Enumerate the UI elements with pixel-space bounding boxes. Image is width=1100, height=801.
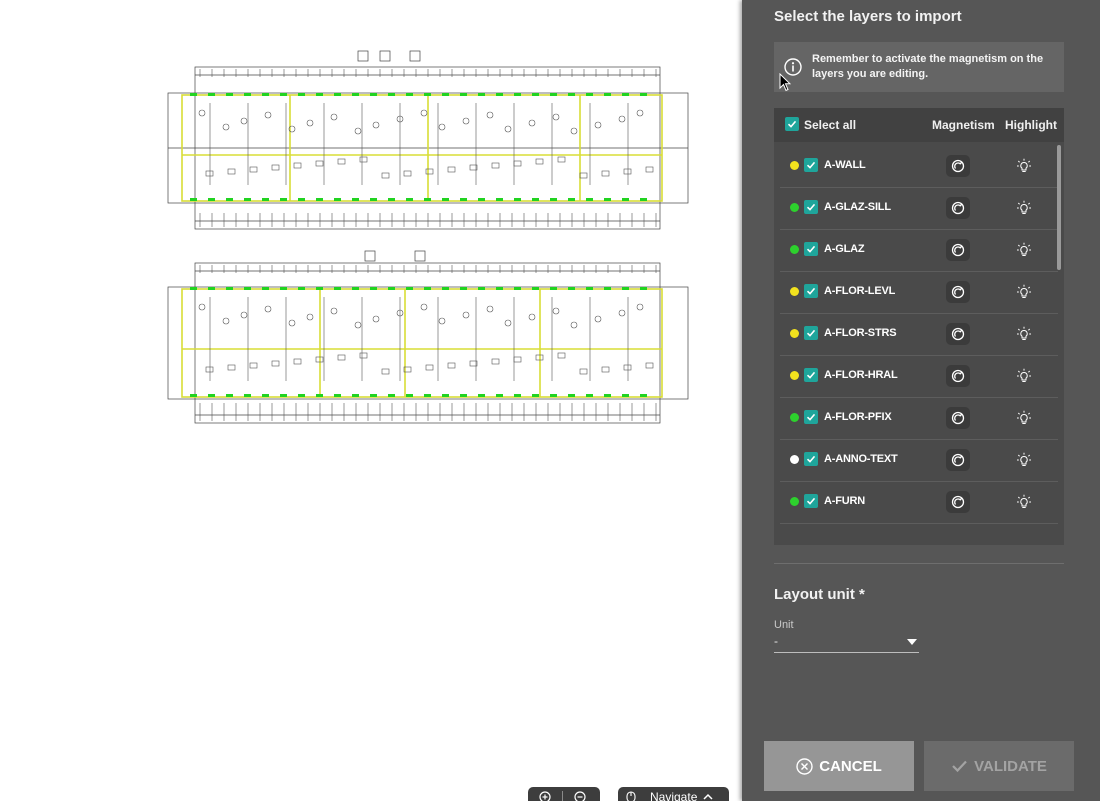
layer-checkbox[interactable]: [804, 452, 818, 466]
layer-row[interactable]: A-GLAZ: [780, 229, 1058, 272]
cancel-circle-icon: [796, 757, 813, 775]
select-all-label[interactable]: Select all: [804, 118, 856, 132]
layer-color-dot: [790, 413, 799, 422]
layer-row[interactable]: A-GLAZ-SILL: [780, 187, 1058, 230]
layer-checkbox[interactable]: [804, 494, 818, 508]
layer-row[interactable]: A-WALL: [780, 145, 1058, 188]
magnet-icon[interactable]: [946, 239, 970, 261]
import-layers-panel: Select the layers to import Remember to …: [742, 0, 1100, 801]
magnet-icon[interactable]: [946, 407, 970, 429]
magnet-icon[interactable]: [946, 281, 970, 303]
layers-table: Select all Magnetism Highlight A-WALL A-G…: [774, 108, 1064, 545]
mouse-icon: [618, 787, 644, 801]
layer-list[interactable]: A-WALL A-GLAZ-SILL A-GLAZ A-FLOR-LEVL A-FLOR…: [774, 145, 1058, 545]
checkmark-icon: [951, 759, 968, 773]
layer-color-dot: [790, 161, 799, 170]
info-banner: Remember to activate the magnetism on th…: [774, 42, 1064, 92]
navigate-mode-button[interactable]: Navigate: [618, 787, 729, 801]
layer-color-dot: [790, 329, 799, 338]
layer-name: A-WALL: [824, 159, 866, 171]
layer-color-dot: [790, 371, 799, 380]
section-divider: [774, 563, 1064, 564]
layer-checkbox[interactable]: [804, 242, 818, 256]
lightbulb-icon[interactable]: [1012, 239, 1036, 261]
layer-name: A-FLOR-PFIX: [824, 411, 892, 423]
layers-table-header: Select all Magnetism Highlight: [774, 108, 1064, 142]
mouse-cursor-icon: [779, 73, 791, 92]
chevron-up-icon: [703, 790, 713, 801]
magnet-icon[interactable]: [946, 155, 970, 177]
lightbulb-icon[interactable]: [1012, 197, 1036, 219]
zoom-controls: [528, 787, 600, 801]
highlight-column-header: Highlight: [1005, 118, 1057, 132]
floor-plan-upper: [167, 50, 689, 230]
unit-select-value: -: [774, 634, 778, 648]
panel-title: Select the layers to import: [774, 8, 962, 25]
layer-color-dot: [790, 287, 799, 296]
magnet-icon[interactable]: [946, 449, 970, 471]
floor-plan-lower: [167, 250, 689, 424]
layer-name: A-FLOR-LEVL: [824, 285, 896, 297]
layer-checkbox[interactable]: [804, 158, 818, 172]
lightbulb-icon[interactable]: [1012, 407, 1036, 429]
dropdown-caret-icon: [907, 639, 917, 645]
layer-name: A-GLAZ-SILL: [824, 201, 891, 213]
layer-name: A-ANNO-TEXT: [824, 453, 898, 465]
layer-checkbox[interactable]: [804, 410, 818, 424]
layer-name: A-FURN: [824, 495, 865, 507]
layer-row[interactable]: A-FLOR-LEVL: [780, 271, 1058, 314]
layer-list-scrollbar[interactable]: [1057, 145, 1061, 270]
layer-name: A-FLOR-STRS: [824, 327, 897, 339]
select-all-checkbox[interactable]: [785, 117, 799, 131]
layer-color-dot: [790, 497, 799, 506]
lightbulb-icon[interactable]: [1012, 323, 1036, 345]
layer-name: A-GLAZ: [824, 243, 865, 255]
layer-row[interactable]: A-ANNO-TEXT: [780, 439, 1058, 482]
layout-unit-title: Layout unit *: [774, 586, 865, 603]
lightbulb-icon[interactable]: [1012, 155, 1036, 177]
layer-checkbox[interactable]: [804, 326, 818, 340]
magnet-icon[interactable]: [946, 323, 970, 345]
layer-row[interactable]: A-FURN: [780, 481, 1058, 524]
lightbulb-icon[interactable]: [1012, 491, 1036, 513]
layer-row[interactable]: A-FLOR-HRAL: [780, 355, 1058, 398]
lightbulb-icon[interactable]: [1012, 449, 1036, 471]
drawing-canvas[interactable]: Navigate: [0, 0, 742, 801]
unit-select[interactable]: -: [774, 634, 919, 653]
magnet-icon[interactable]: [946, 197, 970, 219]
magnetism-column-header: Magnetism: [932, 118, 995, 132]
info-text: Remember to activate the magnetism on th…: [812, 53, 1044, 80]
lightbulb-icon[interactable]: [1012, 365, 1036, 387]
validate-label: VALIDATE: [974, 757, 1047, 775]
cancel-button[interactable]: CANCEL: [764, 741, 914, 791]
layer-checkbox[interactable]: [804, 284, 818, 298]
layer-color-dot: [790, 245, 799, 254]
layer-color-dot: [790, 203, 799, 212]
unit-field-label: Unit: [774, 619, 794, 631]
layer-row[interactable]: A-FLOR-STRS: [780, 313, 1058, 356]
zoom-out-icon[interactable]: [563, 787, 597, 801]
layer-name: A-FLOR-HRAL: [824, 369, 898, 381]
navigate-label: Navigate: [650, 790, 698, 801]
zoom-in-icon[interactable]: [528, 787, 562, 801]
magnet-icon[interactable]: [946, 365, 970, 387]
layer-checkbox[interactable]: [804, 368, 818, 382]
validate-button[interactable]: VALIDATE: [924, 741, 1074, 791]
layer-row[interactable]: A-FLOR-PFIX: [780, 397, 1058, 440]
layer-checkbox[interactable]: [804, 200, 818, 214]
magnet-icon[interactable]: [946, 491, 970, 513]
lightbulb-icon[interactable]: [1012, 281, 1036, 303]
cancel-label: CANCEL: [819, 757, 882, 775]
layer-color-dot: [790, 455, 799, 464]
